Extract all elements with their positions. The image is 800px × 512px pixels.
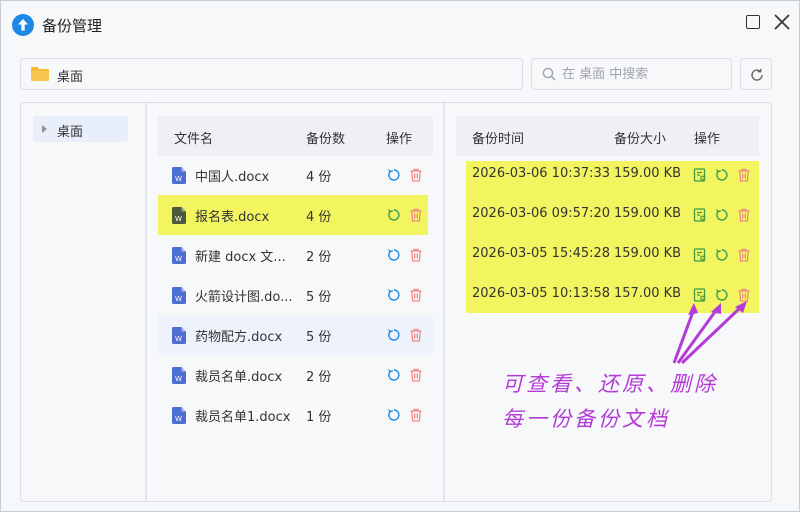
backup-row[interactable]: 2026-03-06 10:37:33 159.00 KB (456, 155, 759, 195)
tree-item-desktop[interactable]: 桌面 (33, 116, 128, 142)
file-name: 药物配方.docx (195, 330, 283, 345)
restore-icon[interactable] (387, 368, 401, 382)
cloud-upload-icon (12, 14, 34, 36)
search-box[interactable] (531, 58, 732, 90)
delete-icon[interactable] (409, 288, 423, 302)
column-header-backup-time[interactable]: 备份时间 (472, 128, 524, 147)
file-name: 中国人.docx (195, 170, 270, 185)
annotation-text-line1: 可查看、还原、删除 (502, 372, 718, 396)
file-name: 裁员名单.docx (195, 370, 283, 385)
backup-row[interactable]: 2026-03-06 09:57:20 159.00 KB (456, 195, 759, 235)
folder-icon (31, 67, 49, 81)
tree-expand-arrow-icon[interactable] (42, 125, 47, 133)
search-icon (542, 67, 556, 81)
file-row[interactable]: W 火箭设计图.do... 5 份 (158, 275, 433, 315)
backup-count: 5 份 (306, 330, 332, 345)
file-row[interactable]: W 新建 docx 文... 2 份 (158, 235, 433, 275)
svg-text:W: W (175, 295, 182, 303)
refresh-icon (751, 68, 763, 81)
backup-size: 159.00 KB (614, 246, 682, 261)
backup-count: 2 份 (306, 250, 332, 265)
restore-icon[interactable] (387, 408, 401, 422)
file-name: 新建 docx 文... (195, 250, 286, 265)
word-doc-icon: W (172, 207, 186, 224)
divider (443, 103, 445, 501)
svg-text:W: W (175, 375, 182, 383)
column-header-backup-count[interactable]: 备份数 (306, 128, 345, 147)
backup-count: 2 份 (306, 370, 332, 385)
restore-icon[interactable] (715, 168, 729, 182)
restore-icon[interactable] (715, 248, 729, 262)
file-row-hover[interactable]: W 药物配方.docx 5 份 (158, 315, 433, 355)
backup-manager-window: 备份管理 桌面 桌面 文件名 (0, 0, 800, 512)
column-header-action: 操作 (694, 132, 721, 147)
backup-count: 4 份 (306, 170, 332, 185)
restore-icon[interactable] (387, 288, 401, 302)
svg-text:W: W (175, 335, 182, 343)
svg-text:W: W (175, 255, 182, 263)
delete-icon[interactable] (737, 248, 751, 262)
file-name: 火箭设计图.do... (195, 290, 293, 305)
file-name: 裁员名单1.docx (195, 410, 291, 425)
backups-table-header: 备份时间 备份大小 操作 (456, 116, 759, 156)
backup-time: 2026-03-05 15:45:28 (472, 246, 611, 261)
search-input[interactable] (562, 64, 726, 84)
backup-size: 159.00 KB (614, 206, 682, 221)
refresh-button[interactable] (740, 58, 772, 90)
delete-icon[interactable] (409, 248, 423, 262)
backup-time: 2026-03-06 10:37:33 (472, 166, 611, 181)
file-name: 报名表.docx (195, 210, 270, 225)
close-icon[interactable] (773, 13, 791, 31)
svg-text:W: W (175, 415, 182, 423)
annotation-arrows (672, 301, 747, 365)
word-doc-icon: W (172, 247, 186, 264)
files-table-header: 文件名 备份数 操作 (158, 116, 433, 156)
column-header-action: 操作 (386, 132, 413, 147)
backup-count: 5 份 (306, 290, 332, 305)
backup-count: 4 份 (306, 210, 332, 225)
file-row[interactable]: W 中国人.docx 4 份 (158, 155, 433, 195)
backup-time: 2026-03-05 10:13:58 (472, 286, 611, 301)
backup-row[interactable]: 2026-03-05 15:45:28 159.00 KB (456, 235, 759, 275)
word-doc-icon: W (172, 167, 186, 184)
word-doc-icon: W (172, 367, 186, 384)
restore-icon[interactable] (387, 208, 401, 222)
annotation-text-line2: 每一份备份文档 (502, 407, 670, 431)
view-icon[interactable] (693, 208, 707, 222)
svg-text:W: W (175, 175, 182, 183)
word-doc-icon: W (172, 407, 186, 424)
title-bar: 备份管理 (1, 1, 799, 47)
maximize-button[interactable] (746, 15, 760, 29)
word-doc-icon: W (172, 327, 186, 344)
delete-icon[interactable] (409, 368, 423, 382)
delete-icon[interactable] (409, 168, 423, 182)
tree-item-label: 桌面 (57, 125, 84, 140)
delete-icon[interactable] (409, 408, 423, 422)
path-label: 桌面 (57, 70, 84, 85)
file-row-selected[interactable]: W 报名表.docx 4 份 (158, 195, 428, 235)
svg-text:W: W (175, 215, 182, 223)
column-header-filename[interactable]: 文件名 (174, 128, 213, 147)
backup-count: 1 份 (306, 410, 332, 425)
divider (145, 103, 147, 501)
backup-time: 2026-03-06 09:57:20 (472, 206, 611, 221)
file-row[interactable]: W 裁员名单1.docx 1 份 (158, 395, 433, 435)
file-row[interactable]: W 裁员名单.docx 2 份 (158, 355, 433, 395)
word-doc-icon: W (172, 287, 186, 304)
delete-icon[interactable] (737, 208, 751, 222)
content-panel: 桌面 文件名 备份数 操作 W 中国人.docx 4 份 W 报名表.docx … (20, 102, 772, 502)
path-bar[interactable]: 桌面 (20, 58, 523, 90)
restore-icon[interactable] (715, 208, 729, 222)
restore-icon[interactable] (387, 328, 401, 342)
backup-size: 159.00 KB (614, 166, 682, 181)
delete-icon[interactable] (409, 328, 423, 342)
restore-icon[interactable] (387, 248, 401, 262)
window-title: 备份管理 (42, 17, 103, 35)
delete-icon[interactable] (737, 168, 751, 182)
view-icon[interactable] (693, 168, 707, 182)
column-header-backup-size[interactable]: 备份大小 (614, 128, 666, 147)
view-icon[interactable] (693, 248, 707, 262)
delete-icon[interactable] (409, 208, 423, 222)
restore-icon[interactable] (387, 168, 401, 182)
